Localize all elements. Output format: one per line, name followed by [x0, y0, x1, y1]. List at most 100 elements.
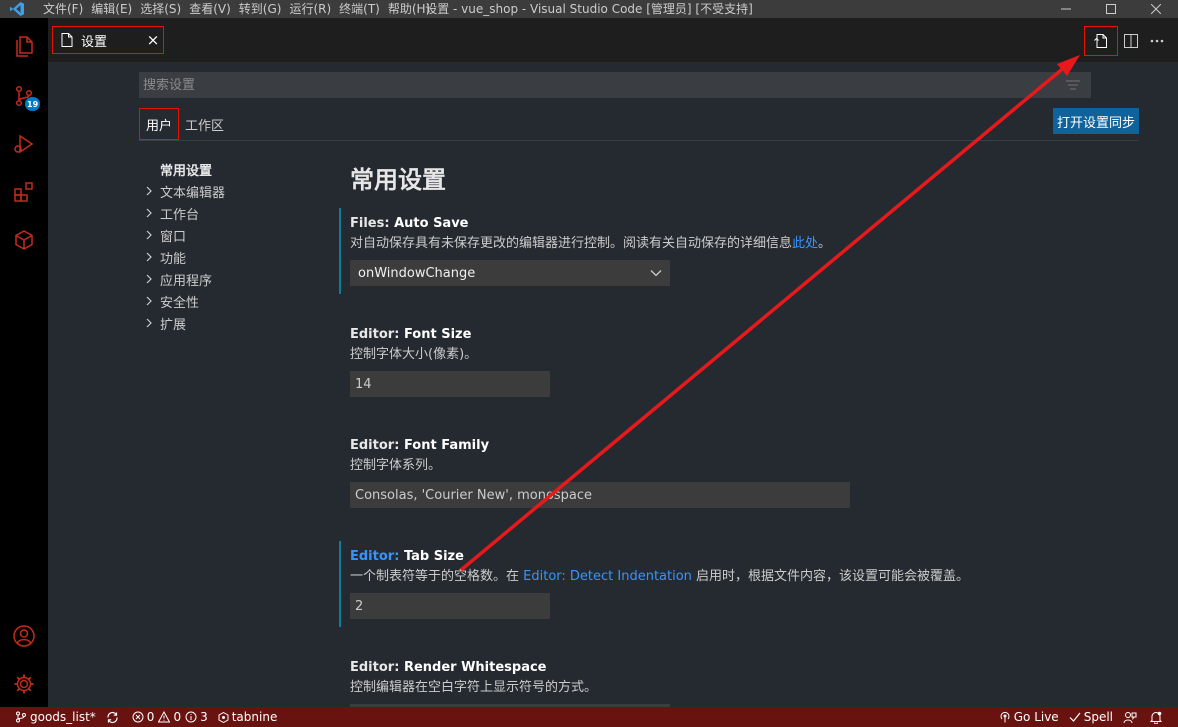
settings-toc: 常用设置 文本编辑器 工作台 窗口 功能 应用程序 安全性 扩展: [145, 158, 335, 334]
section-title: 常用设置: [350, 165, 446, 194]
toc-item[interactable]: 工作台: [145, 202, 335, 224]
setting-font-family: Editor: Font Family 控制字体系列。 Consolas, 'C…: [339, 430, 1139, 516]
chevron-right-icon: [145, 186, 160, 196]
activity-bar: 19: [0, 18, 48, 707]
toc-commonly-used[interactable]: 常用设置: [145, 158, 335, 180]
tabnine-status[interactable]: tabnine: [213, 707, 283, 727]
notifications-button[interactable]: [1145, 707, 1170, 727]
toc-item-label: 扩展: [160, 317, 187, 333]
warning-count: 0: [173, 710, 182, 724]
feedback-button[interactable]: [1118, 707, 1145, 727]
split-editor-icon: [1124, 34, 1138, 48]
setting-title: Editor: Tab Size: [350, 549, 464, 564]
chevron-right-icon: [145, 230, 160, 240]
detect-indentation-link[interactable]: Editor: Detect Indentation: [523, 569, 692, 584]
sync-icon: [107, 711, 118, 723]
split-editor-button[interactable]: [1118, 27, 1144, 55]
tabnine-label: tabnine: [231, 710, 278, 724]
auto-save-select[interactable]: onWindowChange: [350, 260, 670, 286]
menu-terminal[interactable]: 终端(T): [339, 0, 388, 18]
menu-run[interactable]: 运行(R): [289, 0, 339, 18]
go-live-button[interactable]: Go Live: [994, 707, 1064, 727]
spell-status[interactable]: Spell: [1064, 707, 1118, 727]
setting-render-whitespace: Editor: Render Whitespace 控制编辑器在空白字符上显示符…: [339, 652, 1139, 707]
toc-item[interactable]: 安全性: [145, 290, 335, 312]
tabnine-icon: [218, 711, 229, 723]
editor-actions: [1084, 26, 1170, 56]
open-settings-json-button[interactable]: [1084, 26, 1118, 56]
toc-item-label: 文本编辑器: [160, 185, 226, 201]
menu-view[interactable]: 查看(V): [189, 0, 239, 18]
setting-description: 一个制表符等于的空格数。在 Editor: Detect Indentation…: [350, 569, 970, 584]
setting-description: 控制编辑器在空白字符上显示符号的方式。: [350, 680, 598, 695]
auto-save-link[interactable]: 此处: [792, 236, 818, 251]
font-size-input[interactable]: 14: [350, 371, 550, 397]
toc-item[interactable]: 应用程序: [145, 268, 335, 290]
run-debug-button[interactable]: [0, 120, 48, 168]
menu-go[interactable]: 转到(G): [239, 0, 290, 18]
error-count: 0: [146, 710, 155, 724]
info-icon: [185, 711, 197, 723]
error-icon: [132, 711, 144, 723]
toc-item[interactable]: 文本编辑器: [145, 180, 335, 202]
menu-bar: 文件(F) 编辑(E) 选择(S) 查看(V) 转到(G) 运行(R) 终端(T…: [43, 0, 438, 18]
settings-search-box: [139, 72, 1091, 98]
window-controls: [1043, 0, 1178, 18]
title-bar: 文件(F) 编辑(E) 选择(S) 查看(V) 转到(G) 运行(R) 终端(T…: [0, 0, 1178, 18]
tab-workspace-scope[interactable]: 工作区: [179, 108, 230, 140]
toc-item[interactable]: 扩展: [145, 312, 335, 334]
setting-description: 对自动保存具有未保存更改的编辑器进行控制。阅读有关自动保存的详细信息此处。: [350, 236, 832, 251]
accounts-button[interactable]: [0, 612, 48, 660]
toc-item-label: 应用程序: [160, 273, 213, 289]
close-icon[interactable]: ×: [143, 30, 163, 50]
menu-selection[interactable]: 选择(S): [140, 0, 189, 18]
problems-status[interactable]: 0 0 3: [127, 707, 213, 727]
chevron-right-icon: [145, 252, 160, 262]
toc-item[interactable]: 功能: [145, 246, 335, 268]
run-debug-icon: [14, 134, 34, 154]
chevron-down-icon: [650, 270, 662, 277]
cube-icon: [15, 230, 33, 250]
more-actions-button[interactable]: [1144, 27, 1170, 55]
warning-icon: [158, 711, 171, 723]
files-icon: [16, 36, 33, 57]
feedback-icon: [1123, 711, 1137, 723]
menu-help[interactable]: 帮助(H): [388, 0, 438, 18]
turn-on-settings-sync-button[interactable]: 打开设置同步: [1052, 108, 1139, 134]
sync-status[interactable]: [101, 707, 127, 727]
setting-title: Editor: Font Family: [350, 438, 490, 453]
toc-item[interactable]: 窗口: [145, 224, 335, 246]
tab-user-scope[interactable]: 用户: [139, 108, 180, 140]
branch-name: goods_list*: [30, 710, 96, 724]
account-icon: [13, 625, 35, 647]
file-icon: [61, 33, 73, 47]
close-window-button[interactable]: [1133, 0, 1178, 18]
info-count: 3: [200, 710, 208, 724]
toc-item-label: 安全性: [160, 295, 200, 311]
go-live-label: Go Live: [1013, 710, 1059, 724]
spell-label: Spell: [1083, 710, 1113, 724]
font-family-input[interactable]: Consolas, 'Courier New', monospace: [350, 482, 850, 508]
chevron-right-icon: [145, 208, 160, 218]
manage-button[interactable]: [0, 660, 48, 708]
tab-settings[interactable]: 设置 ×: [52, 26, 164, 54]
chevron-right-icon: [145, 296, 160, 306]
clear-filter-icon[interactable]: [1063, 75, 1083, 95]
status-bar: goods_list* 0 0 3 tabnine Go Live Spell: [0, 707, 1178, 727]
extensions-icon: [14, 182, 33, 202]
settings-editor: 用户 工作区 打开设置同步 常用设置 文本编辑器 工作台 窗口 功能 应用程序 …: [48, 62, 1178, 707]
menu-edit[interactable]: 编辑(E): [91, 0, 140, 18]
minimize-button[interactable]: [1043, 0, 1088, 18]
tab-label: 设置: [81, 34, 108, 50]
remote-explorer-button[interactable]: [0, 216, 48, 264]
explorer-button[interactable]: [0, 22, 48, 70]
vscode-logo-icon: [0, 0, 34, 18]
tab-size-input[interactable]: 2: [350, 593, 550, 619]
extensions-button[interactable]: [0, 168, 48, 216]
menu-file[interactable]: 文件(F): [43, 0, 91, 18]
toc-item-label: 工作台: [160, 207, 200, 223]
branch-status[interactable]: goods_list*: [10, 707, 101, 727]
search-input[interactable]: [143, 77, 1063, 93]
source-control-button[interactable]: 19: [0, 72, 48, 120]
maximize-button[interactable]: [1088, 0, 1133, 18]
